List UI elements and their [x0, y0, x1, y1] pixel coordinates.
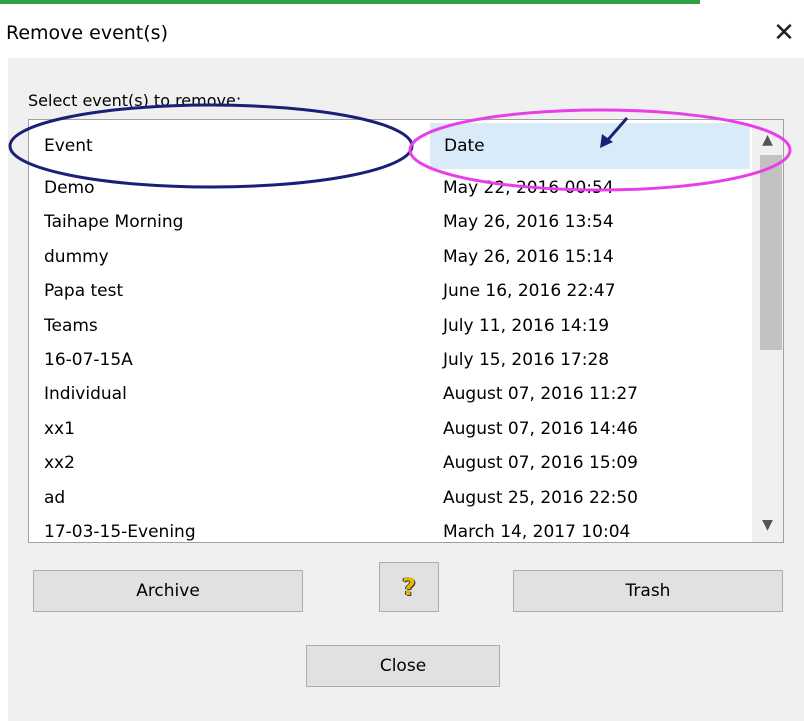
- title-accent-bar: [0, 0, 700, 4]
- title-bar: Remove event(s) ✕: [0, 8, 804, 53]
- event-name: xx1: [44, 418, 75, 439]
- column-header-date[interactable]: Date: [430, 123, 750, 169]
- event-date: May 26, 2016 15:14: [443, 246, 614, 267]
- event-name: Taihape Morning: [44, 212, 184, 233]
- list-item[interactable]: Individual August 07, 2016 11:27: [29, 377, 751, 411]
- help-question-icon: ?: [402, 573, 416, 601]
- list-item[interactable]: Taihape Morning May 26, 2016 13:54: [29, 205, 751, 239]
- dialog-body: Select event(s) to remove: Event Date De…: [8, 58, 804, 721]
- list-item[interactable]: Teams July 11, 2016 14:19: [29, 309, 751, 343]
- event-name: Papa test: [44, 281, 124, 302]
- event-date: May 26, 2016 13:54: [443, 212, 614, 233]
- event-name: ad: [44, 487, 66, 508]
- vertical-scrollbar[interactable]: ▲ ▼: [752, 120, 783, 542]
- help-button[interactable]: ?: [379, 562, 439, 612]
- event-name: Individual: [44, 384, 127, 405]
- top-strip: [0, 0, 804, 8]
- scroll-down-icon[interactable]: ▼: [752, 510, 783, 540]
- archive-button[interactable]: Archive: [33, 570, 303, 612]
- event-name: dummy: [44, 246, 109, 267]
- event-date: August 07, 2016 14:46: [443, 418, 638, 439]
- list-item[interactable]: ad August 25, 2016 22:50: [29, 481, 751, 515]
- event-name: 16-07-15A: [44, 349, 133, 370]
- scroll-up-icon[interactable]: ▲: [752, 125, 783, 155]
- list-item[interactable]: 16-07-15A July 15, 2016 17:28: [29, 343, 751, 377]
- list-item[interactable]: xx2 August 07, 2016 15:09: [29, 446, 751, 480]
- list-item[interactable]: Demo May 22, 2016 00:54: [29, 171, 751, 205]
- list-item[interactable]: 17-03-15-Evening March 14, 2017 10:04: [29, 515, 751, 542]
- scrollbar-thumb[interactable]: [760, 155, 782, 350]
- list-item[interactable]: dummy May 26, 2016 15:14: [29, 240, 751, 274]
- event-date: July 15, 2016 17:28: [443, 349, 610, 370]
- column-header-event[interactable]: Event: [30, 123, 430, 169]
- close-button[interactable]: Close: [306, 645, 500, 687]
- event-name: Demo: [44, 178, 95, 198]
- window-title: Remove event(s): [6, 22, 168, 44]
- event-date: August 25, 2016 22:50: [443, 487, 638, 508]
- event-rows: Demo May 22, 2016 00:54 Taihape Morning Ma…: [29, 171, 751, 542]
- event-date: July 11, 2016 14:19: [443, 315, 610, 336]
- event-date: March 14, 2017 10:04: [443, 521, 631, 542]
- close-icon[interactable]: ✕: [766, 18, 802, 48]
- prompt-label: Select event(s) to remove:: [28, 91, 242, 110]
- event-date: August 07, 2016 15:09: [443, 453, 638, 474]
- event-name: xx2: [44, 453, 75, 474]
- list-item[interactable]: xx1 August 07, 2016 14:46: [29, 412, 751, 446]
- event-date: May 22, 2016 00:54: [443, 178, 614, 198]
- event-name: 17-03-15-Evening: [44, 521, 196, 542]
- event-name: Teams: [44, 315, 98, 336]
- trash-button[interactable]: Trash: [513, 570, 783, 612]
- event-date: June 16, 2016 22:47: [443, 281, 616, 302]
- list-item[interactable]: Papa test June 16, 2016 22:47: [29, 274, 751, 308]
- event-listbox[interactable]: Event Date Demo May 22, 2016 00:54 Taihap…: [28, 119, 784, 543]
- event-date: August 07, 2016 11:27: [443, 384, 638, 405]
